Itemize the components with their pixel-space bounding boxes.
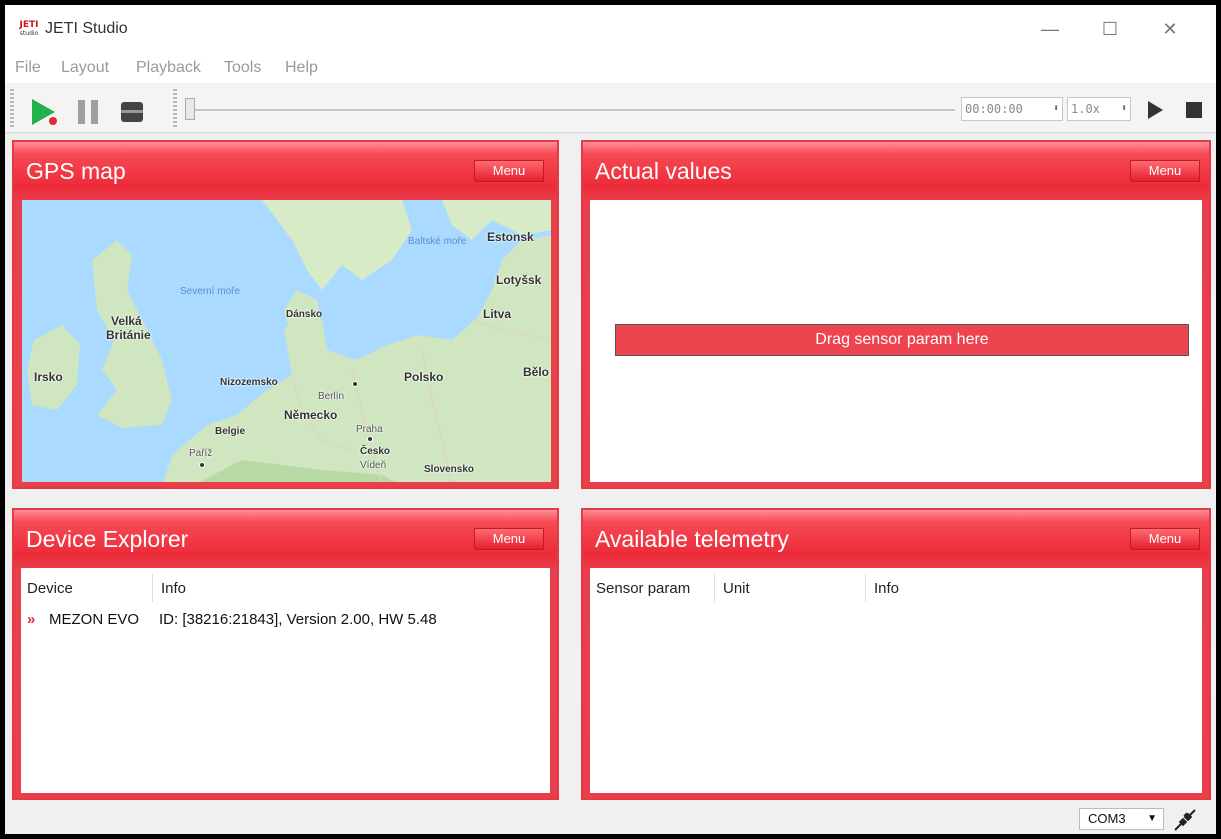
timeline-slider-track[interactable] bbox=[195, 109, 955, 111]
column-header-info[interactable]: Info bbox=[161, 580, 186, 597]
map-label-ireland: Irsko bbox=[34, 370, 63, 384]
city-marker-icon bbox=[367, 436, 373, 442]
column-header-device[interactable]: Device bbox=[27, 580, 73, 597]
minimize-button[interactable]: — bbox=[1027, 13, 1073, 45]
map-label-estonia: Estonsk bbox=[487, 230, 534, 244]
map-label-belarus: Bělo bbox=[523, 365, 550, 379]
spin-arrows-icon[interactable]: ⬍ bbox=[1053, 98, 1059, 120]
column-header-unit[interactable]: Unit bbox=[723, 580, 750, 597]
city-marker-icon bbox=[352, 381, 358, 387]
stop-icon[interactable] bbox=[1186, 102, 1202, 118]
city-marker-icon bbox=[199, 462, 205, 468]
playback-toolbar: 00:00:00 ⬍ 1.0x ⬍ bbox=[5, 83, 1216, 133]
telemetry-table: Sensor param Unit Info bbox=[590, 568, 1202, 793]
map-label-germany: Německo bbox=[284, 408, 338, 422]
dropdown-arrow-icon[interactable]: ▼ bbox=[1147, 809, 1157, 829]
panel-title: Device Explorer bbox=[26, 526, 189, 552]
map-land-shapes bbox=[27, 200, 551, 482]
toolbar-grip[interactable] bbox=[10, 89, 14, 129]
time-value: 00:00:00 bbox=[965, 102, 1023, 116]
menu-playback[interactable]: Playback bbox=[136, 59, 201, 77]
column-divider[interactable] bbox=[865, 574, 866, 602]
title-bar: JETI studio JETI Studio — ☐ ✕ bbox=[5, 5, 1216, 53]
play-record-icon[interactable] bbox=[29, 97, 59, 127]
panel-title: Actual values bbox=[595, 158, 732, 184]
map-label-uk-line1: Velká bbox=[111, 314, 142, 328]
com-port-select[interactable]: COM3 ▼ bbox=[1079, 808, 1164, 830]
map-label-berlin: Berlín bbox=[318, 391, 345, 402]
play-icon[interactable] bbox=[1145, 100, 1165, 120]
available-telemetry-panel: Available telemetry Menu Sensor param Un… bbox=[581, 508, 1211, 800]
menu-file[interactable]: File bbox=[15, 59, 41, 77]
map-label-denmark: Dánsko bbox=[286, 309, 323, 320]
close-button[interactable]: ✕ bbox=[1147, 13, 1193, 45]
gps-map[interactable]: Severní moře Baltské moře Velká Británie… bbox=[22, 200, 551, 482]
plug-disconnected-icon[interactable] bbox=[1172, 807, 1198, 833]
speed-spinbox[interactable]: 1.0x ⬍ bbox=[1067, 97, 1131, 121]
column-header-sensor-param[interactable]: Sensor param bbox=[596, 580, 690, 597]
column-divider[interactable] bbox=[714, 574, 715, 602]
map-label-baltic-sea: Baltské moře bbox=[408, 236, 467, 247]
menu-tools[interactable]: Tools bbox=[224, 59, 261, 77]
gps-menu-button[interactable]: Menu bbox=[474, 160, 544, 182]
device-info: ID: [38216:21843], Version 2.00, HW 5.48 bbox=[159, 611, 437, 628]
toolbar-grip-2[interactable] bbox=[173, 89, 177, 129]
map-label-czechia: Česko bbox=[360, 446, 391, 457]
timeline-slider-thumb[interactable] bbox=[185, 98, 195, 120]
status-bar: COM3 ▼ bbox=[5, 805, 1216, 834]
gps-map-panel: GPS map Menu Severní moře Baltské moře V… bbox=[12, 140, 559, 489]
menu-bar: File Layout Playback Tools Help bbox=[5, 53, 1216, 83]
map-label-uk-line2: Británie bbox=[106, 328, 151, 342]
record-icon[interactable] bbox=[120, 101, 144, 123]
map-label-poland: Polsko bbox=[404, 370, 444, 384]
values-menu-button[interactable]: Menu bbox=[1130, 160, 1200, 182]
speed-value: 1.0x bbox=[1071, 102, 1100, 116]
map-label-prague: Praha bbox=[356, 424, 383, 435]
expand-chevron-icon[interactable]: » bbox=[27, 611, 35, 628]
actual-values-panel: Actual values Menu Drag sensor param her… bbox=[581, 140, 1211, 489]
telemetry-menu-button[interactable]: Menu bbox=[1130, 528, 1200, 550]
device-explorer-panel: Device Explorer Menu Device Info » MEZON… bbox=[12, 508, 559, 800]
map-label-slovakia: Slovensko bbox=[424, 464, 475, 475]
maximize-button[interactable]: ☐ bbox=[1087, 13, 1133, 45]
panel-title: GPS map bbox=[26, 158, 126, 184]
window-title: JETI Studio bbox=[45, 20, 128, 37]
menu-layout[interactable]: Layout bbox=[61, 59, 109, 77]
map-label-belgium: Belgie bbox=[215, 426, 246, 437]
app-window: JETI studio JETI Studio — ☐ ✕ File Layout… bbox=[5, 5, 1216, 834]
map-label-latvia: Lotyšsk bbox=[496, 273, 542, 287]
app-logo-icon: JETI studio bbox=[19, 20, 39, 38]
table-row[interactable]: » MEZON EVO ID: [38216:21843], Version 2… bbox=[21, 608, 550, 632]
map-label-north-sea: Severní moře bbox=[180, 286, 241, 297]
map-label-netherlands: Nizozemsko bbox=[220, 377, 278, 388]
map-label-lithuania: Litva bbox=[483, 307, 512, 321]
com-port-value: COM3 bbox=[1088, 811, 1126, 826]
device-table: Device Info » MEZON EVO ID: [38216:21843… bbox=[21, 568, 550, 793]
sensor-drop-zone[interactable]: Drag sensor param here bbox=[615, 324, 1189, 356]
time-spinbox[interactable]: 00:00:00 ⬍ bbox=[961, 97, 1063, 121]
values-area: Drag sensor param here bbox=[590, 200, 1202, 482]
menu-help[interactable]: Help bbox=[285, 59, 318, 77]
pause-icon[interactable] bbox=[75, 99, 101, 125]
map-label-paris: Paříž bbox=[189, 448, 213, 459]
map-label-vienna: Vídeň bbox=[360, 460, 387, 471]
spin-arrows-icon[interactable]: ⬍ bbox=[1121, 98, 1127, 120]
device-menu-button[interactable]: Menu bbox=[474, 528, 544, 550]
device-name: MEZON EVO bbox=[49, 611, 140, 628]
column-header-info[interactable]: Info bbox=[874, 580, 899, 597]
panel-title: Available telemetry bbox=[595, 526, 789, 552]
column-divider[interactable] bbox=[152, 574, 153, 602]
